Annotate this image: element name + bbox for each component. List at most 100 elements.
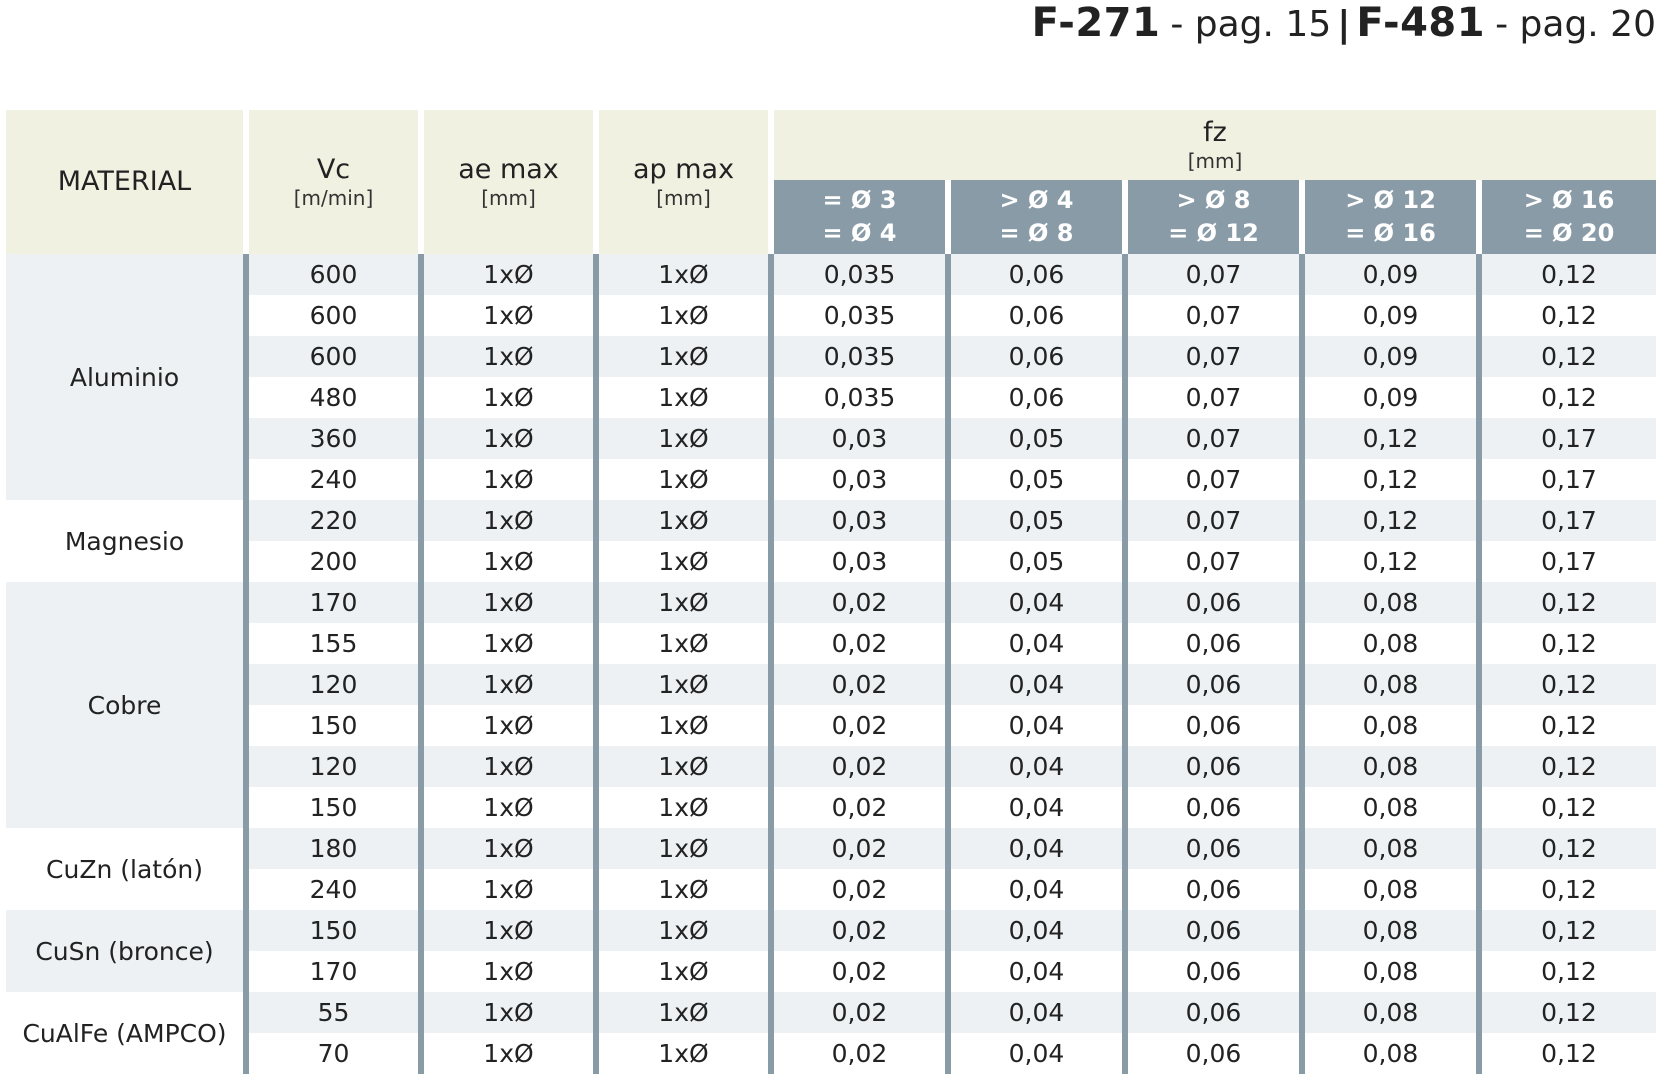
vc-cell: 180	[243, 828, 421, 869]
ap-max-cell: 1xØ	[593, 951, 771, 992]
ae-max-cell: 1xØ	[418, 787, 596, 828]
ae-max-cell: 1xØ	[418, 869, 596, 910]
fz-cell-1: 0,035	[768, 377, 948, 418]
fz-cell-1: 0,02	[768, 992, 948, 1033]
table-body: Aluminio 600 1xØ 1xØ 0,035 0,06 0,07 0,09 0,12 60…	[6, 254, 1656, 1074]
fz-cell-5: 0,12	[1476, 295, 1656, 336]
fz-cell-4: 0,09	[1299, 336, 1479, 377]
ae-max-cell: 1xØ	[418, 623, 596, 664]
header-fz-range-1: = Ø 3 = Ø 4	[768, 180, 948, 254]
ae-max-cell: 1xØ	[418, 377, 596, 418]
fz-cell-3: 0,07	[1122, 295, 1302, 336]
fz-cell-5: 0,12	[1476, 336, 1656, 377]
fz-cell-2: 0,06	[945, 254, 1125, 295]
fz-cell-3: 0,06	[1122, 951, 1302, 992]
fz-cell-5: 0,12	[1476, 992, 1656, 1033]
ref-separator: |	[1337, 4, 1351, 45]
ap-max-cell: 1xØ	[593, 910, 771, 951]
table-row: 150 1xØ 1xØ 0,02 0,04 0,06 0,08 0,12	[6, 705, 1656, 746]
fz-cell-4: 0,08	[1299, 992, 1479, 1033]
fz-cell-2: 0,04	[945, 869, 1125, 910]
table-row: 240 1xØ 1xØ 0,02 0,04 0,06 0,08 0,12	[6, 869, 1656, 910]
fz-cell-1: 0,03	[768, 541, 948, 582]
fz-cell-2: 0,04	[945, 705, 1125, 746]
vc-cell: 150	[243, 705, 421, 746]
fz-cell-2: 0,04	[945, 787, 1125, 828]
ae-max-cell: 1xØ	[418, 828, 596, 869]
fz-cell-5: 0,12	[1476, 828, 1656, 869]
fz-cell-4: 0,08	[1299, 582, 1479, 623]
table-row: 480 1xØ 1xØ 0,035 0,06 0,07 0,09 0,12	[6, 377, 1656, 418]
fz-cell-1: 0,02	[768, 869, 948, 910]
table-row: 170 1xØ 1xØ 0,02 0,04 0,06 0,08 0,12	[6, 951, 1656, 992]
fz-cell-1: 0,02	[768, 951, 948, 992]
fz-cell-5: 0,12	[1476, 869, 1656, 910]
fz-cell-5: 0,12	[1476, 746, 1656, 787]
ae-max-cell: 1xØ	[418, 295, 596, 336]
fz-cell-5: 0,12	[1476, 664, 1656, 705]
table-row: CuSn (bronce) 150 1xØ 1xØ 0,02 0,04 0,06 0,08 0,…	[6, 910, 1656, 992]
fz-cell-5: 0,17	[1476, 500, 1656, 541]
ap-max-cell: 1xØ	[593, 336, 771, 377]
material-cell: Aluminio	[6, 254, 246, 500]
header-fz-range-5: > Ø 16 = Ø 20	[1476, 180, 1656, 254]
fz-cell-2: 0,04	[945, 951, 1125, 992]
ap-max-cell: 1xØ	[593, 746, 771, 787]
ap-max-cell: 1xØ	[593, 500, 771, 541]
fz-cell-4: 0,08	[1299, 910, 1479, 951]
fz-cell-4: 0,08	[1299, 746, 1479, 787]
fz-cell-3: 0,06	[1122, 828, 1302, 869]
material-cell: CuAlFe (AMPCO)	[6, 992, 246, 1074]
vc-cell: 220	[243, 500, 421, 541]
ap-max-cell: 1xØ	[593, 582, 771, 623]
fz-cell-3: 0,07	[1122, 500, 1302, 541]
header-vc: Vc [m/min]	[243, 110, 421, 254]
vc-cell: 360	[243, 418, 421, 459]
table-row: 120 1xØ 1xØ 0,02 0,04 0,06 0,08 0,12	[6, 664, 1656, 705]
ae-max-cell: 1xØ	[418, 1033, 596, 1074]
fz-cell-3: 0,07	[1122, 418, 1302, 459]
fz-cell-3: 0,07	[1122, 336, 1302, 377]
fz-cell-4: 0,08	[1299, 787, 1479, 828]
ae-max-cell: 1xØ	[418, 746, 596, 787]
table-row: 150 1xØ 1xØ 0,02 0,04 0,06 0,08 0,12	[6, 787, 1656, 828]
fz-cell-5: 0,17	[1476, 418, 1656, 459]
vc-cell: 200	[243, 541, 421, 582]
table-row: 120 1xØ 1xØ 0,02 0,04 0,06 0,08 0,12	[6, 746, 1656, 787]
fz-cell-4: 0,08	[1299, 623, 1479, 664]
header-ap-max: ap max [mm]	[593, 110, 771, 254]
vc-cell: 480	[243, 377, 421, 418]
vc-cell: 150	[243, 787, 421, 828]
fz-cell-3: 0,07	[1122, 459, 1302, 500]
fz-cell-2: 0,05	[945, 459, 1125, 500]
vc-cell: 240	[243, 869, 421, 910]
header-material: MATERIAL	[6, 110, 246, 254]
fz-cell-5: 0,12	[1476, 787, 1656, 828]
fz-cell-3: 0,06	[1122, 664, 1302, 705]
table-row: Magnesio 220 1xØ 1xØ 0,03 0,05 0,07 0,12 0,17	[6, 500, 1656, 582]
fz-cell-1: 0,03	[768, 418, 948, 459]
fz-cell-5: 0,12	[1476, 951, 1656, 992]
header-fz-range-3: > Ø 8 = Ø 12	[1122, 180, 1302, 254]
fz-cell-3: 0,07	[1122, 377, 1302, 418]
fz-cell-1: 0,02	[768, 623, 948, 664]
fz-cell-1: 0,02	[768, 705, 948, 746]
fz-cell-5: 0,12	[1476, 910, 1656, 951]
ap-max-cell: 1xØ	[593, 623, 771, 664]
table-row: 600 1xØ 1xØ 0,035 0,06 0,07 0,09 0,12	[6, 336, 1656, 377]
table-header: MATERIAL Vc [m/min] ae max [mm] ap max […	[6, 110, 1656, 254]
fz-cell-2: 0,06	[945, 295, 1125, 336]
material-cell: Magnesio	[6, 500, 246, 582]
ap-max-cell: 1xØ	[593, 418, 771, 459]
fz-cell-2: 0,05	[945, 418, 1125, 459]
fz-cell-4: 0,08	[1299, 951, 1479, 992]
ap-max-cell: 1xØ	[593, 1033, 771, 1074]
ap-max-cell: 1xØ	[593, 295, 771, 336]
vc-cell: 150	[243, 910, 421, 951]
table-row: CuAlFe (AMPCO) 55 1xØ 1xØ 0,02 0,04 0,06 0,08 0,…	[6, 992, 1656, 1074]
fz-cell-5: 0,17	[1476, 459, 1656, 500]
ae-max-cell: 1xØ	[418, 418, 596, 459]
table-row: 600 1xØ 1xØ 0,035 0,06 0,07 0,09 0,12	[6, 295, 1656, 336]
fz-cell-5: 0,12	[1476, 254, 1656, 295]
ap-max-cell: 1xØ	[593, 869, 771, 910]
